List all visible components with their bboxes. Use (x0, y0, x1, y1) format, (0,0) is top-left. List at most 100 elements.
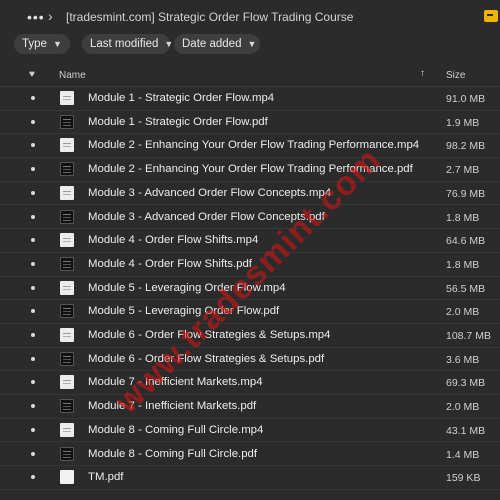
file-size: 64.6 MB (446, 235, 486, 248)
file-size: 43.1 MB (446, 424, 486, 437)
file-size: 1.8 MB (446, 211, 480, 224)
video-thumbnail-icon (60, 185, 74, 200)
document-thumbnail-icon (60, 470, 74, 485)
file-row[interactable]: Module 3 - Advanced Order Flow Concepts.… (0, 206, 500, 230)
type-filter-label: Type (22, 38, 47, 50)
bullet-icon (31, 261, 35, 266)
file-name[interactable]: Module 2 - Enhancing Your Order Flow Tra… (88, 163, 413, 175)
file-row[interactable]: Module 5 - Leveraging Order Flow.pdf 2.0 … (0, 300, 500, 324)
file-row[interactable]: Module 4 - Order Flow Shifts.pdf 1.8 MB (0, 253, 500, 277)
file-list-header: ♥ Name ↑ Size (0, 64, 500, 87)
file-size: 1.4 MB (446, 448, 480, 461)
file-name[interactable]: Module 4 - Order Flow Shifts.pdf (88, 258, 252, 270)
bullet-icon (31, 333, 35, 337)
bullet-icon (31, 475, 35, 480)
file-row[interactable]: Module 6 - Order Flow Strategies & Setup… (0, 324, 500, 348)
file-row[interactable]: Module 2 - Enhancing Your Order Flow Tra… (0, 134, 500, 159)
file-row[interactable]: Module 8 - Coming Full Circle.pdf 1.4 MB (0, 443, 500, 467)
file-size: 56.5 MB (446, 282, 486, 295)
video-thumbnail-icon (60, 422, 74, 437)
exit-icon[interactable] (484, 10, 498, 22)
file-name[interactable]: Module 1 - Strategic Order Flow.mp4 (88, 92, 274, 104)
chevron-down-icon: ▼ (52, 39, 62, 49)
folder-title[interactable]: [tradesmint.com] Strategic Order Flow Tr… (66, 10, 353, 24)
bullet-icon (31, 380, 35, 385)
date-added-filter-button[interactable]: Date added ▼ (174, 34, 260, 54)
document-thumbnail-icon (60, 399, 74, 414)
file-size: 3.6 MB (446, 353, 480, 366)
date-added-filter-label: Date added (182, 38, 242, 50)
file-row[interactable]: Module 6 - Order Flow Strategies & Setup… (0, 348, 500, 372)
file-size: 2.7 MB (446, 164, 480, 177)
name-column-header[interactable]: Name (59, 70, 86, 81)
file-size: 69.3 MB (446, 377, 486, 390)
size-column-header[interactable]: Size (446, 70, 465, 81)
file-size: 91.0 MB (446, 93, 486, 105)
file-name[interactable]: TM.pdf (88, 471, 123, 483)
bullet-icon (31, 309, 35, 314)
bullet-icon (31, 119, 35, 124)
file-name[interactable]: Module 6 - Order Flow Strategies & Setup… (88, 329, 330, 341)
file-row[interactable]: Module 1 - Strategic Order Flow.mp4 91.0 … (0, 87, 500, 111)
bullet-icon (31, 285, 35, 290)
file-row[interactable]: Module 4 - Order Flow Shifts.mp4 64.6 MB (0, 229, 500, 253)
file-name[interactable]: Module 3 - Advanced Order Flow Concepts.… (88, 211, 325, 223)
video-thumbnail-icon (60, 233, 74, 248)
bullet-icon (31, 238, 35, 243)
bullet-icon (31, 214, 35, 219)
file-row[interactable]: Module 2 - Enhancing Your Order Flow Tra… (0, 158, 500, 182)
file-row[interactable]: Module 8 - Coming Full Circle.mp4 43.1 MB (0, 419, 500, 443)
file-name[interactable]: Module 1 - Strategic Order Flow.pdf (88, 116, 268, 128)
file-row[interactable]: Module 3 - Advanced Order Flow Concepts.… (0, 182, 500, 206)
file-row[interactable]: Module 1 - Strategic Order Flow.pdf 1.9 M… (0, 111, 500, 135)
file-size: 2.0 MB (446, 401, 480, 414)
bullet-icon (31, 96, 35, 100)
file-row[interactable]: Module 5 - Leveraging Order Flow.mp4 56.5… (0, 277, 500, 301)
file-name[interactable]: Module 4 - Order Flow Shifts.mp4 (88, 234, 258, 246)
file-name[interactable]: Module 7 - Inefficient Markets.mp4 (88, 376, 263, 388)
bullet-icon (31, 167, 35, 172)
video-thumbnail-icon (60, 91, 74, 105)
last-modified-filter-label: Last modified (90, 38, 159, 50)
file-name[interactable]: Module 8 - Coming Full Circle.mp4 (88, 424, 263, 436)
more-horizontal-icon[interactable]: ••• (27, 9, 45, 25)
file-size: 2.0 MB (446, 306, 480, 319)
file-name[interactable]: Module 5 - Leveraging Order Flow.mp4 (88, 282, 286, 294)
sort-up-icon[interactable]: ↑ (420, 68, 425, 79)
file-name[interactable]: Module 8 - Coming Full Circle.pdf (88, 448, 257, 460)
video-thumbnail-icon (60, 375, 74, 390)
video-thumbnail-icon (60, 328, 74, 342)
document-thumbnail-icon (60, 162, 74, 177)
file-name[interactable]: Module 6 - Order Flow Strategies & Setup… (88, 353, 324, 365)
file-size: 98.2 MB (446, 140, 486, 153)
file-name[interactable]: Module 3 - Advanced Order Flow Concepts.… (88, 187, 331, 199)
file-size: 1.8 MB (446, 258, 480, 271)
file-row[interactable]: Module 7 - Inefficient Markets.mp4 69.3 M… (0, 371, 500, 396)
file-name[interactable]: Module 7 - Inefficient Markets.pdf (88, 400, 256, 412)
file-name[interactable]: Module 2 - Enhancing Your Order Flow Tra… (88, 139, 419, 151)
video-thumbnail-icon (60, 138, 74, 153)
document-thumbnail-icon (60, 304, 74, 319)
file-name[interactable]: Module 5 - Leveraging Order Flow.pdf (88, 305, 279, 317)
file-row[interactable]: TM.pdf 159 KB (0, 466, 500, 490)
document-thumbnail-icon (60, 114, 74, 129)
file-size: 108.7 MB (446, 330, 491, 342)
bullet-icon (31, 143, 35, 148)
document-thumbnail-icon (60, 256, 74, 271)
bullet-icon (31, 427, 35, 432)
document-thumbnail-icon (60, 351, 74, 366)
last-modified-filter-button[interactable]: Last modified ▼ (82, 34, 174, 54)
file-row[interactable]: Module 7 - Inefficient Markets.pdf 2.0 MB (0, 395, 500, 419)
bullet-icon (31, 404, 35, 409)
chevron-right-icon: › (48, 8, 53, 24)
video-thumbnail-icon (60, 280, 74, 295)
chevron-down-icon: ▼ (164, 39, 174, 49)
chevron-down-icon: ▼ (247, 39, 257, 49)
file-size: 1.9 MB (446, 116, 480, 129)
type-filter-button[interactable]: Type ▼ (14, 34, 70, 54)
document-thumbnail-icon (60, 446, 74, 461)
bullet-icon (31, 356, 35, 361)
top-bar: ••• › [tradesmint.com] Strategic Order F… (0, 0, 500, 34)
heart-icon[interactable]: ♥ (29, 69, 35, 80)
bullet-icon (31, 451, 35, 456)
